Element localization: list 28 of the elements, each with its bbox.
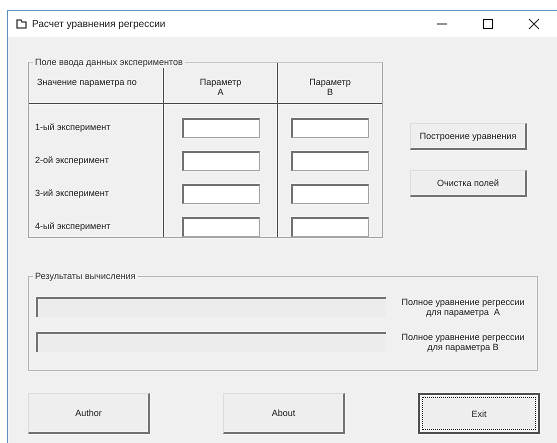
window-title: Расчет уравнения регрессии — [32, 18, 166, 30]
dialog-button[interactable]: About — [223, 393, 345, 434]
input-field[interactable] — [291, 151, 369, 171]
input-field[interactable] — [182, 151, 260, 171]
dialog-button[interactable]: Exit — [418, 393, 540, 434]
input-field[interactable] — [291, 184, 369, 204]
column-header: Параметр A — [200, 77, 242, 97]
row-label: 2-ой эксперимент — [35, 155, 109, 165]
dialog-button[interactable]: Author — [28, 393, 150, 434]
group-legend: Результаты вычисления — [33, 271, 138, 282]
input-field[interactable] — [182, 217, 260, 237]
result-label: Полное уравнение регрессии для параметра B — [400, 332, 526, 352]
action-button[interactable]: Построение уравнения — [410, 123, 527, 150]
input-field[interactable] — [182, 184, 260, 204]
input-field[interactable] — [182, 118, 260, 138]
row-label: 3-ий эксперимент — [35, 188, 109, 198]
column-header: Параметр B — [309, 77, 351, 97]
group-legend: Поле ввода данных экспериментов — [33, 57, 185, 68]
output-field[interactable] — [36, 297, 386, 317]
input-field[interactable] — [291, 217, 369, 237]
output-field[interactable] — [36, 332, 386, 352]
row-label: 4-ый эксперимент — [35, 221, 110, 231]
column-header: Значение параметра по — [37, 77, 137, 87]
input-field[interactable] — [291, 118, 369, 138]
action-button[interactable]: Очистка полей — [410, 170, 527, 197]
window-app-icon — [16, 19, 27, 29]
result-label: Полное уравнение регрессии для параметра A — [400, 297, 526, 317]
row-label: 1-ый эксперимент — [35, 122, 110, 132]
